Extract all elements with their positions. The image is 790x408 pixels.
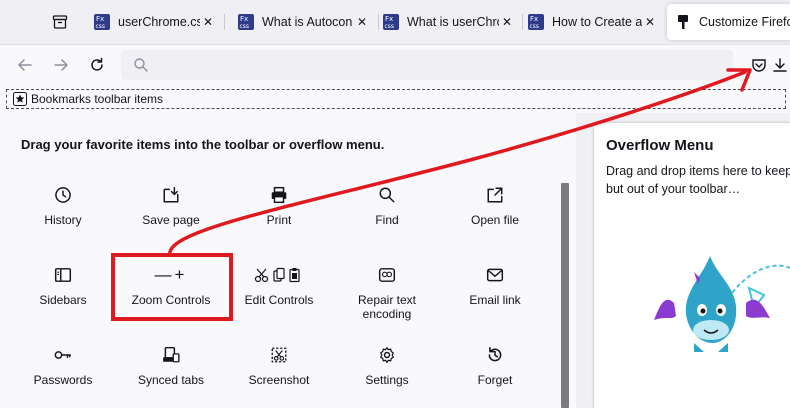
palette-item-history[interactable]: History bbox=[15, 183, 111, 227]
paintbrush-icon bbox=[678, 15, 688, 29]
fx-css-icon: Fx css bbox=[528, 14, 544, 30]
forward-arrow-icon bbox=[54, 59, 68, 71]
palette-item-repair-text-encoding[interactable]: Repair text encoding bbox=[339, 263, 435, 321]
tab-label: Customize Firefo bbox=[699, 15, 790, 29]
svg-text:css: css bbox=[530, 23, 540, 30]
tab-strip: Fx css userChrome.css ✕ Fx css What is A… bbox=[0, 0, 790, 44]
screenshot-icon bbox=[271, 347, 287, 363]
pocket-button[interactable] bbox=[745, 51, 773, 79]
synced-tabs-icon bbox=[163, 346, 180, 363]
palette-item-settings[interactable]: Settings bbox=[339, 343, 435, 387]
search-icon bbox=[134, 58, 148, 72]
item-label: Screenshot bbox=[248, 373, 310, 387]
overflow-menu-description: Drag and drop items here to keep but out… bbox=[606, 164, 790, 196]
tab-autoconfig[interactable]: Fx css What is Autocon ✕ bbox=[230, 4, 376, 40]
item-label: Sidebars bbox=[39, 293, 87, 307]
back-arrow-icon bbox=[18, 59, 32, 71]
item-label: Find bbox=[375, 213, 399, 227]
palette-item-forget[interactable]: Forget bbox=[447, 343, 543, 387]
tab-how-to-create[interactable]: Fx css How to Create a ✕ bbox=[520, 4, 664, 40]
dragon-illustration-icon bbox=[654, 256, 790, 352]
back-button[interactable] bbox=[11, 51, 39, 79]
encoding-icon bbox=[378, 268, 396, 282]
item-label: Save page bbox=[142, 213, 200, 227]
overflow-menu-panel: Overflow Menu Drag and drop items here t… bbox=[594, 123, 790, 408]
palette-item-screenshot[interactable]: Screenshot bbox=[231, 343, 327, 387]
download-icon bbox=[773, 58, 787, 72]
overflow-menu-title: Overflow Menu bbox=[606, 137, 714, 154]
reload-button[interactable] bbox=[83, 51, 111, 79]
palette-item-email-link[interactable]: Email link bbox=[447, 263, 543, 307]
svg-text:css: css bbox=[385, 23, 395, 30]
customization-palette: Drag your favorite items into the toolba… bbox=[0, 113, 576, 408]
tab-label: userChrome.css bbox=[118, 15, 200, 29]
tab-userchrome[interactable]: Fx css userChrome.css ✕ bbox=[86, 4, 222, 40]
item-label: Settings bbox=[365, 373, 409, 387]
sidebar-icon bbox=[54, 268, 72, 282]
fx-css-icon: Fx css bbox=[94, 14, 110, 30]
palette-item-save-page[interactable]: Save page bbox=[123, 183, 219, 227]
forward-button[interactable] bbox=[47, 51, 75, 79]
forget-icon bbox=[488, 346, 502, 362]
fx-css-icon: Fx css bbox=[238, 14, 254, 30]
edit-controls-icon bbox=[254, 267, 300, 283]
svg-text:Fx: Fx bbox=[240, 15, 248, 23]
save-page-icon bbox=[163, 186, 179, 203]
bookmarks-toolbar-label: Bookmarks toolbar items bbox=[31, 92, 164, 106]
palette-item-find[interactable]: Find bbox=[339, 183, 435, 227]
svg-text:Fx: Fx bbox=[530, 15, 538, 23]
palette-title: Drag your favorite items into the toolba… bbox=[21, 137, 385, 152]
clock-icon bbox=[55, 187, 71, 203]
palette-item-synced-tabs[interactable]: Synced tabs bbox=[123, 343, 219, 387]
item-label: Open file bbox=[470, 213, 520, 227]
gear-icon bbox=[380, 347, 394, 363]
key-icon bbox=[54, 351, 71, 359]
printer-icon bbox=[271, 186, 287, 204]
item-label: Edit Controls bbox=[244, 293, 314, 307]
close-icon[interactable]: ✕ bbox=[354, 15, 370, 29]
navigation-toolbar bbox=[0, 44, 790, 85]
item-label: History bbox=[44, 213, 82, 227]
tab-label: How to Create a bbox=[552, 15, 642, 29]
downloads-button[interactable] bbox=[772, 51, 790, 79]
magnifier-icon bbox=[379, 187, 395, 203]
tab-userchrome-what[interactable]: Fx css What is userChro ✕ bbox=[375, 4, 521, 40]
palette-item-print[interactable]: Print bbox=[231, 183, 327, 227]
item-label: Print bbox=[266, 213, 292, 227]
bookmarks-toolbar: Bookmarks toolbar items bbox=[0, 85, 790, 113]
close-icon[interactable]: ✕ bbox=[642, 15, 658, 29]
item-label: Synced tabs bbox=[137, 373, 205, 387]
open-file-icon bbox=[487, 187, 503, 203]
palette-scrollbar[interactable] bbox=[561, 183, 569, 408]
palette-item-sidebars[interactable]: Sidebars bbox=[15, 263, 111, 307]
fx-css-icon: Fx css bbox=[383, 14, 399, 30]
url-bar[interactable] bbox=[121, 50, 733, 80]
svg-text:Fx: Fx bbox=[96, 15, 104, 23]
reload-icon bbox=[91, 57, 103, 71]
archive-icon bbox=[52, 15, 68, 29]
tab-label: What is Autocon bbox=[262, 15, 353, 29]
close-icon[interactable]: ✕ bbox=[499, 15, 515, 29]
envelope-icon bbox=[486, 268, 504, 282]
tab-customize-firefox[interactable]: Customize Firefo bbox=[667, 4, 790, 40]
star-icon bbox=[13, 92, 27, 106]
pocket-icon bbox=[752, 59, 766, 72]
item-label: Repair text encoding bbox=[357, 293, 417, 321]
tab-label: What is userChro bbox=[407, 15, 499, 29]
svg-text:Fx: Fx bbox=[385, 15, 393, 23]
item-label: Passwords bbox=[33, 373, 93, 387]
tab-separator bbox=[224, 14, 225, 30]
tab-list-button[interactable] bbox=[44, 6, 76, 38]
svg-text:css: css bbox=[240, 23, 250, 30]
bookmarks-toolbar-items[interactable]: Bookmarks toolbar items bbox=[6, 89, 786, 109]
palette-item-open-file[interactable]: Open file bbox=[447, 183, 543, 227]
item-label: Forget bbox=[477, 373, 513, 387]
svg-text:css: css bbox=[96, 23, 106, 30]
close-icon[interactable]: ✕ bbox=[200, 15, 216, 29]
palette-item-edit-controls[interactable]: Edit Controls bbox=[231, 263, 327, 307]
palette-item-passwords[interactable]: Passwords bbox=[15, 343, 111, 387]
item-label: Email link bbox=[469, 293, 521, 307]
annotation-highlight-box bbox=[111, 253, 233, 321]
